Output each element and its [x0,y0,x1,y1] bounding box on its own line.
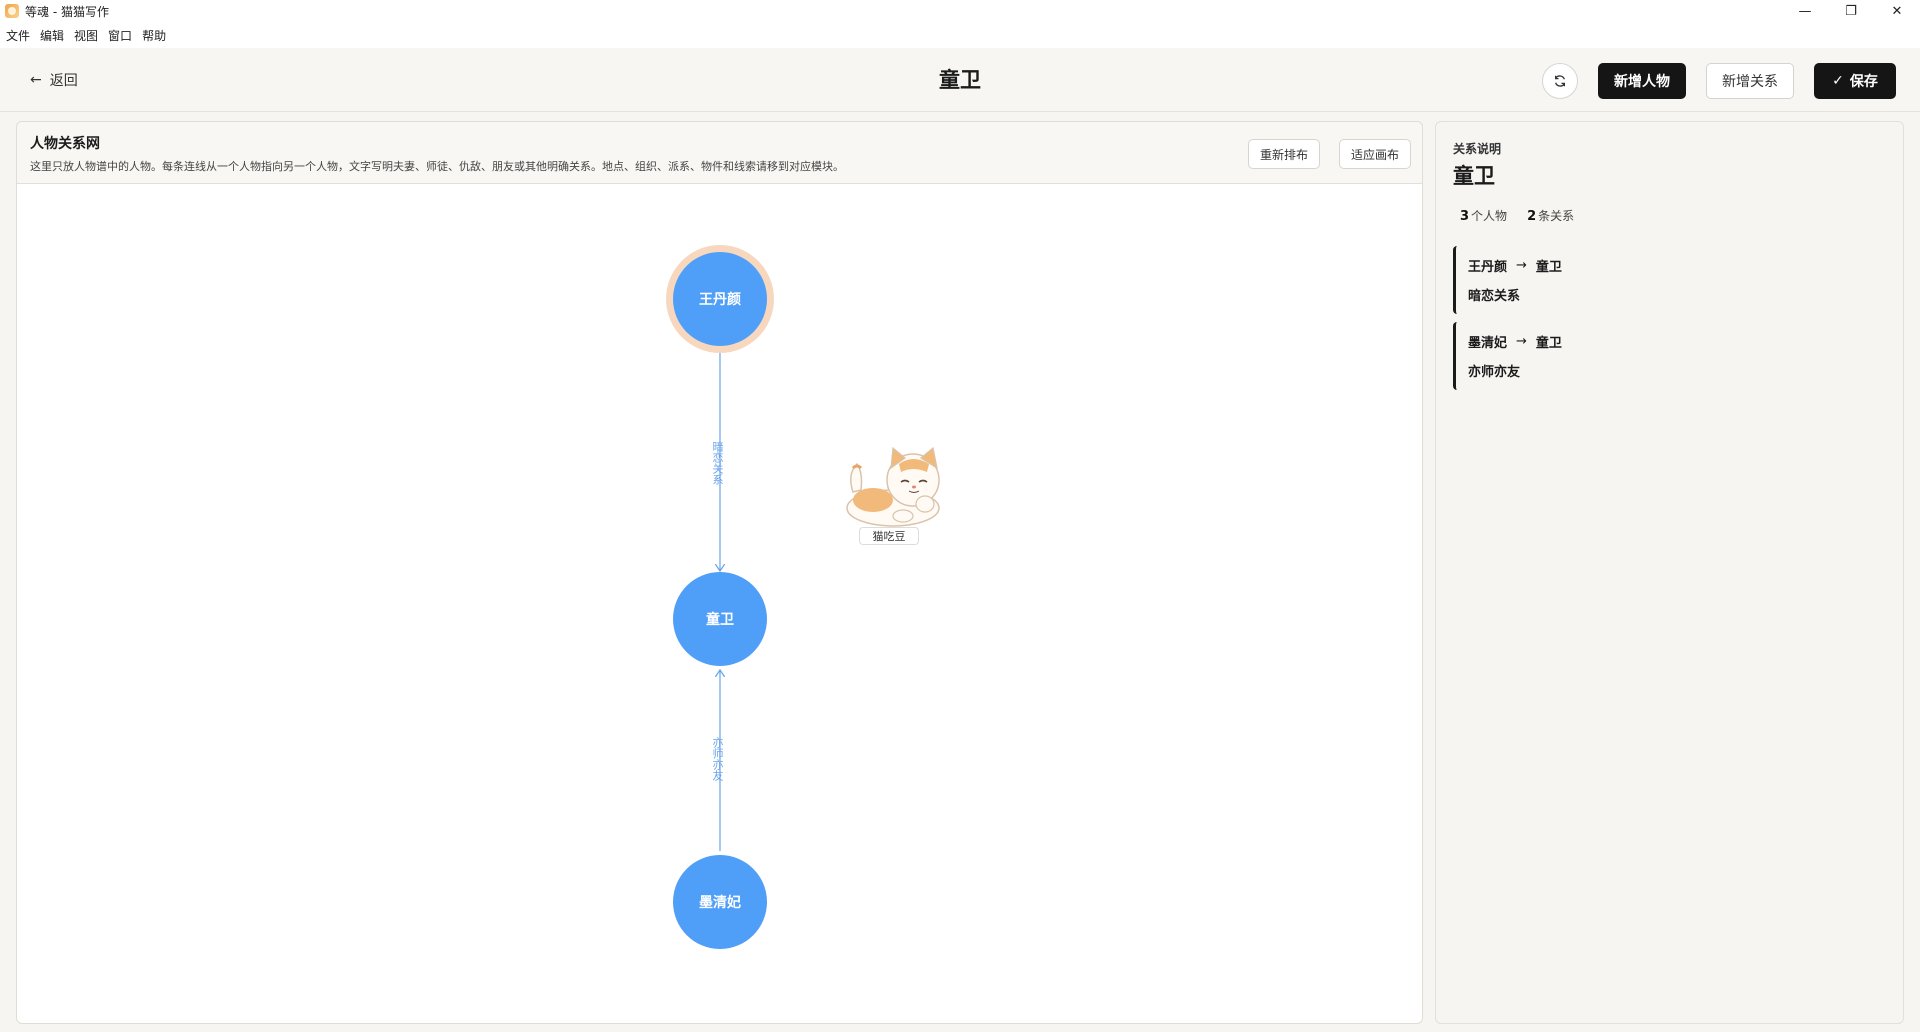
window-titlebar: 等魂 - 猫猫写作 — ❐ ✕ [0,0,1920,22]
arrow-right-icon: → [1516,334,1527,349]
save-button[interactable]: ✓ 保存 [1814,63,1896,99]
person-count-stat: 3 个人物 [1460,207,1507,224]
menu-view[interactable]: 视图 [74,27,104,44]
relation-description: 亦师亦友 [1468,365,1521,380]
graph-panel-header: 人物关系网 这里只放人物谱中的人物。每条连线从一个人物指向另一个人物，文字写明夫… [17,122,1422,184]
relation-pair: 王丹颜 → 童卫 [1468,256,1693,275]
relation-from: 墨清妃 [1468,336,1508,351]
window-title: 等魂 - 猫猫写作 [25,4,109,19]
relation-card[interactable]: 王丹颜 → 童卫 暗恋关系 [1453,246,1693,314]
graph-stats: 3 个人物 2 条关系 [1460,207,1594,224]
graph-canvas[interactable]: 暗恋关系 亦师亦友 王丹颜 童卫 墨清妃 [17,184,1422,1023]
side-panel-title: 童卫 [1453,163,1495,188]
graph-panel-title: 人物关系网 [30,136,100,152]
save-label: 保存 [1849,74,1878,90]
arrow-right-icon: → [1516,258,1527,273]
side-panel-label: 关系说明 [1453,142,1502,156]
add-person-button[interactable]: 新增人物 [1598,63,1686,99]
close-icon[interactable]: ✕ [1874,0,1920,22]
menu-window[interactable]: 窗口 [108,27,138,44]
fit-canvas-button[interactable]: 适应画布 [1339,139,1411,169]
person-count: 3 [1460,209,1470,224]
graph-panel-description: 这里只放人物谱中的人物。每条连线从一个人物指向另一个人物，文字写明夫妻、师徒、仇… [30,160,844,173]
cat-mascot-image[interactable] [833,428,949,538]
relation-details-panel: 关系说明 童卫 3 个人物 2 条关系 王丹颜 → 童卫 暗恋关系 墨清妃 → 童卫… [1435,121,1904,1024]
relation-to: 童卫 [1535,260,1562,275]
add-relation-button[interactable]: 新增关系 [1706,63,1794,99]
person-node-tongwei[interactable]: 童卫 [673,572,767,666]
person-count-unit: 个人物 [1471,209,1508,223]
menu-help[interactable]: 帮助 [142,27,172,44]
relationship-graph-panel: 人物关系网 这里只放人物谱中的人物。每条连线从一个人物指向另一个人物，文字写明夫… [16,121,1423,1024]
check-icon: ✓ [1832,73,1844,89]
relation-card[interactable]: 墨清妃 → 童卫 亦师亦友 [1453,322,1693,390]
relayout-button[interactable]: 重新排布 [1248,139,1320,169]
edge-label-2: 亦师亦友 [711,737,724,781]
relation-count: 2 [1527,209,1537,224]
menu-file[interactable]: 文件 [6,27,36,44]
relation-to: 童卫 [1535,336,1562,351]
window-controls: — ❐ ✕ [1782,0,1920,22]
relation-pair: 墨清妃 → 童卫 [1468,332,1693,351]
minimize-icon[interactable]: — [1782,0,1828,22]
cat-mascot-name: 猫吃豆 [859,527,919,545]
edge-label-1: 暗恋关系 [711,441,724,485]
menu-bar: 文件 编辑 视图 窗口 帮助 [0,22,1920,48]
menu-edit[interactable]: 编辑 [40,27,70,44]
relation-count-stat: 2 条关系 [1527,207,1574,224]
app-icon [5,4,19,18]
refresh-button[interactable] [1542,63,1578,99]
relation-from: 王丹颜 [1468,260,1508,275]
person-node-moqingfei[interactable]: 墨清妃 [673,855,767,949]
relation-count-unit: 条关系 [1538,209,1575,223]
page-toolbar: ← 返回 童卫 新增人物 新增关系 ✓ 保存 [0,48,1920,112]
maximize-icon[interactable]: ❐ [1828,0,1874,22]
refresh-icon [1554,75,1566,87]
person-node-wangdanyan[interactable]: 王丹颜 [673,252,767,346]
relation-description: 暗恋关系 [1468,289,1521,304]
